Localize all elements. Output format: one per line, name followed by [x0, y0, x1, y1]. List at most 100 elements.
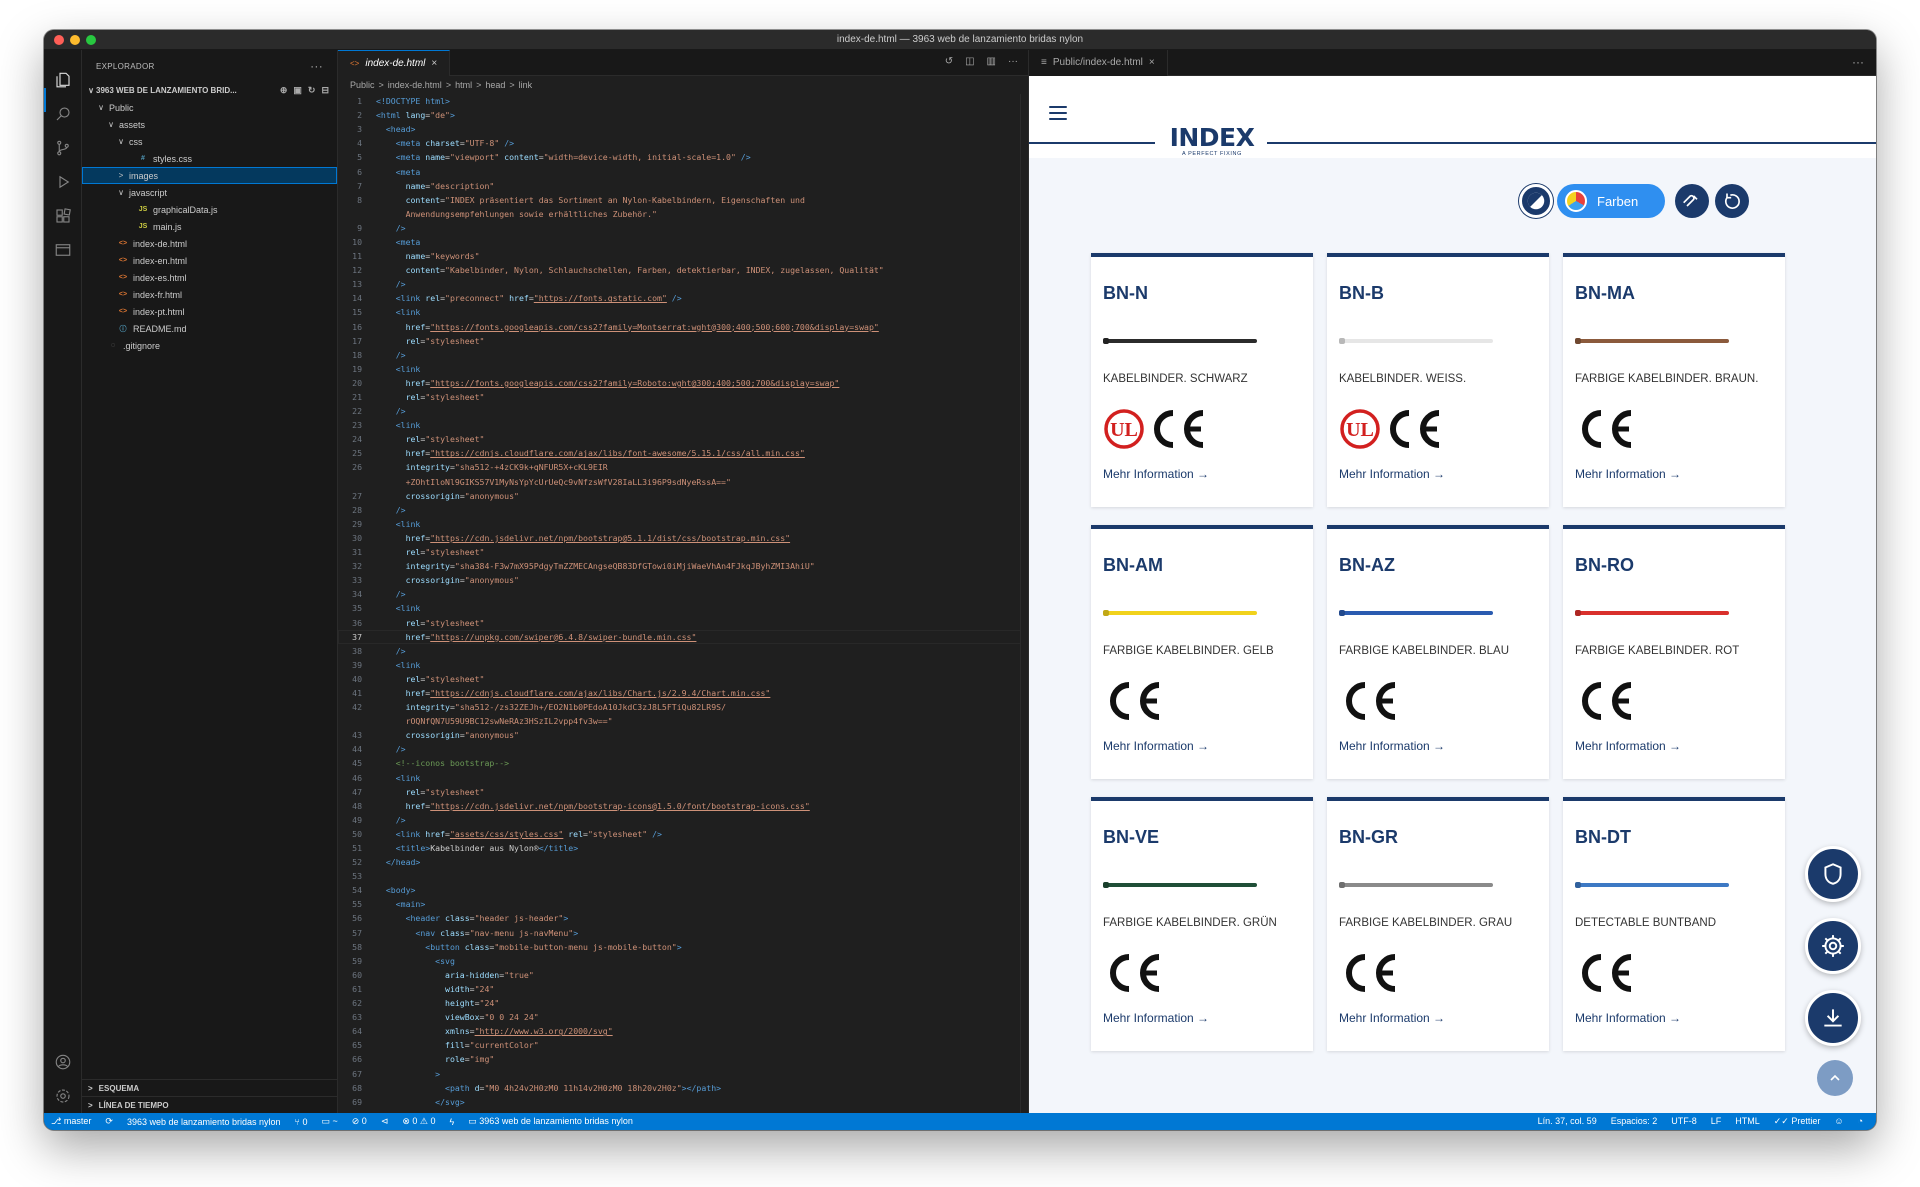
more-info-link[interactable]: Mehr Information → [1339, 739, 1445, 753]
tree-item[interactable]: <> index-en.html [82, 252, 337, 269]
breadcrumb-separator: > [476, 80, 482, 90]
breadcrumb-item[interactable]: link [519, 80, 533, 90]
explorer-more-button[interactable]: ··· [310, 59, 323, 73]
tree-item[interactable]: JS graphicalData.js [82, 201, 337, 218]
reset-button[interactable] [1715, 184, 1749, 218]
arrow-right-icon: → [1669, 1011, 1682, 1025]
new-file-icon[interactable]: ⊕ [280, 85, 288, 96]
prettier-item[interactable]: ✓✓ Prettier [1767, 1116, 1828, 1127]
tree-item[interactable]: <> index-de.html [82, 235, 337, 252]
tree-item[interactable]: ∨ css [82, 133, 337, 150]
code-area[interactable]: 1 <!DOCTYPE html> 2 <html lang = "de" >3 <head… [338, 94, 1028, 1113]
project-folder[interactable]: ∨ 3963 WEB DE LANZAMIENTO BRID... ⊕ ▣ ↻ … [82, 82, 337, 99]
explorer-icon[interactable] [51, 68, 75, 92]
sync-item[interactable]: ⊘ 0 [345, 1116, 374, 1127]
breadcrumb-item[interactable]: index-de.html [388, 80, 442, 90]
language-mode[interactable]: HTML [1728, 1116, 1767, 1127]
more-info-link[interactable]: Mehr Information → [1575, 467, 1681, 481]
indentation[interactable]: Espacios: 2 [1604, 1116, 1665, 1127]
cursor-position[interactable]: Lín. 37, col. 59 [1531, 1116, 1604, 1127]
outline-section[interactable]: > ESQUEMA [82, 1079, 337, 1096]
product-card[interactable]: BN-AZ FARBIGE KABELBINDER. BLAU Mehr Infor… [1327, 525, 1549, 779]
more-info-link[interactable]: Mehr Information → [1103, 739, 1209, 753]
preview-tab-close-button[interactable]: × [1149, 57, 1155, 68]
remote-explorer-icon[interactable] [51, 238, 75, 262]
more-info-link[interactable]: Mehr Information → [1575, 739, 1681, 753]
tree-item[interactable]: <> index-es.html [82, 269, 337, 286]
new-folder-icon[interactable]: ▣ [293, 85, 302, 96]
open-changes-icon[interactable]: ◫ [965, 56, 974, 67]
download-button[interactable] [1805, 990, 1861, 1046]
product-card[interactable]: BN-B KABELBINDER. WEISS. UL Mehr Informatio… [1327, 253, 1549, 507]
tree-item[interactable]: <> index-fr.html [82, 286, 337, 303]
scroll-top-button[interactable] [1817, 1060, 1853, 1096]
collapse-all-icon[interactable]: ⊟ [321, 85, 329, 96]
product-card[interactable]: BN-DT DETECTABLE BUNTBAND Mehr Information… [1563, 797, 1785, 1051]
tree-item[interactable]: ⓘ README.md [82, 320, 337, 337]
timeline-section[interactable]: > LÍNEA DE TIEMPO [82, 1096, 337, 1113]
remote-item[interactable]: ▭ ~ [314, 1116, 344, 1127]
more-actions-icon[interactable]: ··· [1008, 56, 1018, 67]
product-card[interactable]: BN-GR FARBIGE KABELBINDER. GRAU Mehr Infor… [1327, 797, 1549, 1051]
product-card[interactable]: BN-MA FARBIGE KABELBINDER. BRAUN. Mehr Inf… [1563, 253, 1785, 507]
close-window-button[interactable] [54, 35, 64, 45]
contrast-button[interactable] [1519, 184, 1553, 218]
product-card[interactable]: BN-VE FARBIGE KABELBINDER. GRÜN Mehr Infor… [1091, 797, 1313, 1051]
tab-preview[interactable]: ≡ Public/index-de.html × [1029, 49, 1168, 76]
tree-item[interactable]: ◌ .gitignore [82, 337, 337, 354]
feedback-icon[interactable]: ☺ [1827, 1116, 1850, 1127]
refresh-icon[interactable]: ↻ [308, 85, 316, 96]
more-info-link[interactable]: Mehr Information → [1575, 1011, 1681, 1025]
editor-scrollbar[interactable] [1020, 94, 1028, 1113]
product-card[interactable]: BN-AM FARBIGE KABELBINDER. GELB Mehr Infor… [1091, 525, 1313, 779]
extensions-icon[interactable] [51, 204, 75, 228]
code-line: 17 rel = "stylesheet" [338, 334, 1028, 348]
folder-item[interactable]: ▭ 3963 web de lanzamiento bridas nylon [461, 1116, 640, 1127]
branch-item[interactable]: ⎇ master [44, 1116, 98, 1127]
broadcast-icon[interactable]: ⊲ [374, 1116, 396, 1127]
tree-item[interactable]: # styles.css [82, 150, 337, 167]
notifications-icon[interactable]: ◔ [1851, 1116, 1870, 1127]
magnet-button[interactable] [1675, 184, 1709, 218]
index-logo[interactable]: INDEX A PERFECT FIXING [1164, 125, 1260, 157]
product-card[interactable]: BN-N KABELBINDER. SCHWARZ UL Mehr Informati… [1091, 253, 1313, 507]
shield-button[interactable] [1805, 846, 1861, 902]
timeline-icon[interactable]: ↺ [945, 56, 953, 67]
sync-icon[interactable]: ⟳ [98, 1116, 120, 1127]
more-info-link[interactable]: Mehr Information → [1339, 1011, 1445, 1025]
encoding[interactable]: UTF-8 [1664, 1116, 1704, 1127]
lightning-icon[interactable]: ϟ [443, 1117, 462, 1127]
more-info-link[interactable]: Mehr Information → [1339, 467, 1445, 481]
source-control-icon[interactable] [51, 136, 75, 160]
tab-close-button[interactable]: × [431, 58, 437, 69]
ports-count: 0 [302, 1116, 308, 1127]
menu-icon[interactable] [1049, 106, 1067, 120]
minimize-window-button[interactable] [70, 35, 80, 45]
breadcrumb-item[interactable]: html [455, 80, 472, 90]
more-info-link[interactable]: Mehr Information → [1103, 1011, 1209, 1025]
settings-button[interactable] [1805, 918, 1861, 974]
tree-item[interactable]: ∨ javascript [82, 184, 337, 201]
tree-item[interactable]: > images [82, 167, 337, 184]
split-editor-icon[interactable]: ▥ [987, 56, 996, 67]
preview-more-button[interactable]: ··· [1852, 55, 1864, 69]
line-ending[interactable]: LF [1704, 1116, 1729, 1127]
tree-item[interactable]: <> index-pt.html [82, 303, 337, 320]
breadcrumb-item[interactable]: head [485, 80, 505, 90]
project-status[interactable]: 3963 web de lanzamiento bridas nylon [120, 1117, 288, 1127]
colors-button[interactable]: Farben [1557, 184, 1665, 218]
product-card[interactable]: BN-RO FARBIGE KABELBINDER. ROT Mehr Inform… [1563, 525, 1785, 779]
breadcrumb-item[interactable]: Public [350, 80, 375, 90]
more-info-link[interactable]: Mehr Information → [1103, 467, 1209, 481]
tree-item[interactable]: JS main.js [82, 218, 337, 235]
manage-gear-icon[interactable] [51, 1084, 75, 1108]
maximize-window-button[interactable] [86, 35, 96, 45]
account-icon[interactable] [51, 1050, 75, 1074]
run-debug-icon[interactable] [51, 170, 75, 194]
search-icon[interactable] [51, 102, 75, 126]
ports-item[interactable]: ⑂ 0 [288, 1117, 315, 1127]
tree-item[interactable]: ∨ Public [82, 99, 337, 116]
tree-item[interactable]: ∨ assets [82, 116, 337, 133]
tab-index-de[interactable]: <> index-de.html × [338, 50, 451, 76]
problems-item[interactable]: ⊗ 0 ⚠ 0 [395, 1116, 442, 1127]
